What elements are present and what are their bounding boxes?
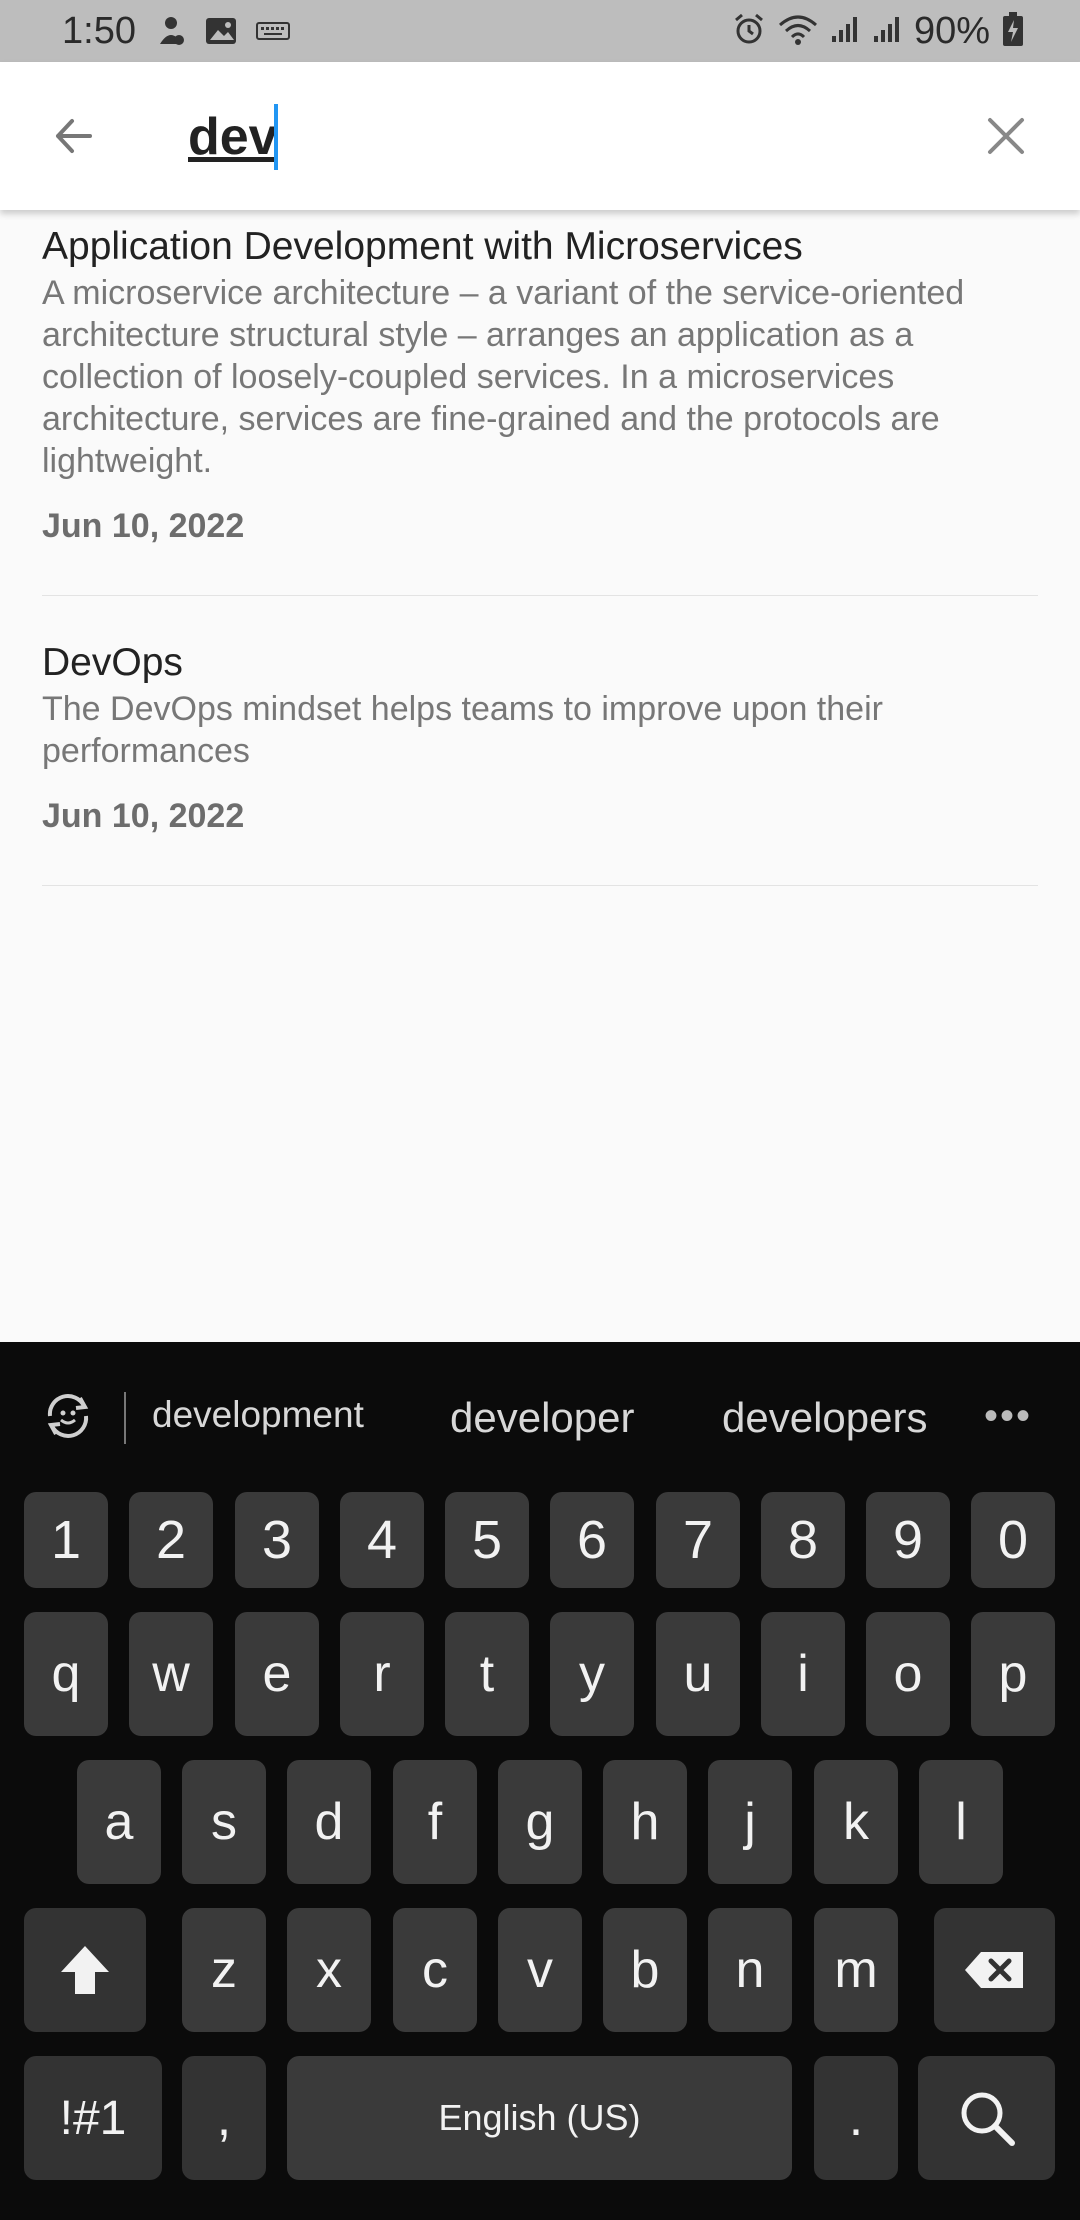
battery-percent: 90% — [913, 10, 990, 52]
result-description: A microservice architecture – a variant … — [42, 274, 965, 480]
key-r[interactable]: r — [340, 1612, 424, 1736]
key-k[interactable]: k — [814, 1760, 898, 1884]
key-z[interactable]: z — [182, 1908, 266, 2032]
key-a[interactable]: a — [77, 1760, 161, 1884]
clear-button[interactable] — [976, 106, 1036, 166]
status-time: 1:50 — [62, 10, 136, 52]
close-icon — [988, 118, 1024, 154]
key-m[interactable]: m — [814, 1908, 898, 2032]
key-7[interactable]: 7 — [656, 1492, 740, 1588]
key-y[interactable]: y — [550, 1612, 634, 1736]
search-input[interactable] — [188, 102, 968, 172]
key-6[interactable]: 6 — [550, 1492, 634, 1588]
result-title: Application Development with Microservic… — [42, 225, 803, 268]
status-bar: 1:50 90% — [0, 0, 1080, 62]
key-o[interactable]: o — [866, 1612, 950, 1736]
arrow-left-icon — [56, 119, 92, 153]
key-2[interactable]: 2 — [129, 1492, 213, 1588]
key-d[interactable]: d — [287, 1760, 371, 1884]
text-cursor — [274, 104, 278, 170]
notification-icon — [156, 14, 186, 53]
suggestion-2[interactable]: developer — [450, 1394, 634, 1442]
keyboard-icon — [256, 20, 290, 47]
key-f[interactable]: f — [393, 1760, 477, 1884]
key-8[interactable]: 8 — [761, 1492, 845, 1588]
alarm-icon — [732, 12, 766, 51]
results-list: Application Development with Microservic… — [0, 210, 1080, 886]
emoji-refresh-icon[interactable] — [40, 1388, 96, 1444]
result-description: The DevOps mindset helps teams to improv… — [42, 690, 883, 770]
symbols-key[interactable]: !#1 — [24, 2056, 162, 2180]
backspace-key[interactable] — [934, 1908, 1055, 2032]
key-e[interactable]: e — [235, 1612, 319, 1736]
shift-key[interactable] — [24, 1908, 146, 2032]
search-header — [0, 62, 1080, 210]
suggestion-divider — [124, 1392, 126, 1444]
comma-key[interactable]: , — [182, 2056, 266, 2180]
suggestion-3[interactable]: developers — [722, 1394, 927, 1442]
wifi-icon — [778, 13, 818, 50]
key-s[interactable]: s — [182, 1760, 266, 1884]
list-item[interactable]: Application Development with Microservic… — [42, 210, 1038, 596]
result-title: DevOps — [42, 641, 183, 684]
keyboard: development developer developers ••• 1 2… — [0, 1342, 1080, 2220]
result-date: Jun 10, 2022 — [42, 507, 245, 545]
key-h[interactable]: h — [603, 1760, 687, 1884]
key-j[interactable]: j — [708, 1760, 792, 1884]
search-icon — [961, 2092, 1015, 2146]
key-b[interactable]: b — [603, 1908, 687, 2032]
key-0[interactable]: 0 — [971, 1492, 1055, 1588]
key-w[interactable]: w — [129, 1612, 213, 1736]
space-key[interactable]: English (US) — [287, 2056, 792, 2180]
key-4[interactable]: 4 — [340, 1492, 424, 1588]
key-5[interactable]: 5 — [445, 1492, 529, 1588]
key-x[interactable]: x — [287, 1908, 371, 2032]
key-v[interactable]: v — [498, 1908, 582, 2032]
key-g[interactable]: g — [498, 1760, 582, 1884]
suggestion-bar: development developer developers ••• — [0, 1342, 1080, 1492]
key-q[interactable]: q — [24, 1612, 108, 1736]
key-p[interactable]: p — [971, 1612, 1055, 1736]
key-1[interactable]: 1 — [24, 1492, 108, 1588]
signal-icon — [830, 14, 860, 49]
key-i[interactable]: i — [761, 1612, 845, 1736]
key-n[interactable]: n — [708, 1908, 792, 2032]
key-3[interactable]: 3 — [235, 1492, 319, 1588]
result-date: Jun 10, 2022 — [42, 797, 245, 835]
key-c[interactable]: c — [393, 1908, 477, 2032]
key-u[interactable]: u — [656, 1612, 740, 1736]
battery-charging-icon — [1002, 11, 1024, 52]
list-item[interactable]: DevOps The DevOps mindset helps teams to… — [42, 596, 1038, 886]
back-button[interactable] — [44, 106, 104, 166]
period-key[interactable]: . — [814, 2056, 898, 2180]
key-t[interactable]: t — [445, 1612, 529, 1736]
image-icon — [204, 16, 238, 51]
shift-icon — [61, 1946, 109, 1994]
key-l[interactable]: l — [919, 1760, 1003, 1884]
search-key[interactable] — [918, 2056, 1055, 2180]
signal-icon — [872, 14, 902, 49]
key-9[interactable]: 9 — [866, 1492, 950, 1588]
suggestion-1[interactable]: development — [152, 1394, 364, 1436]
more-suggestions-button[interactable]: ••• — [984, 1394, 1032, 1439]
backspace-icon — [964, 1952, 1023, 1988]
